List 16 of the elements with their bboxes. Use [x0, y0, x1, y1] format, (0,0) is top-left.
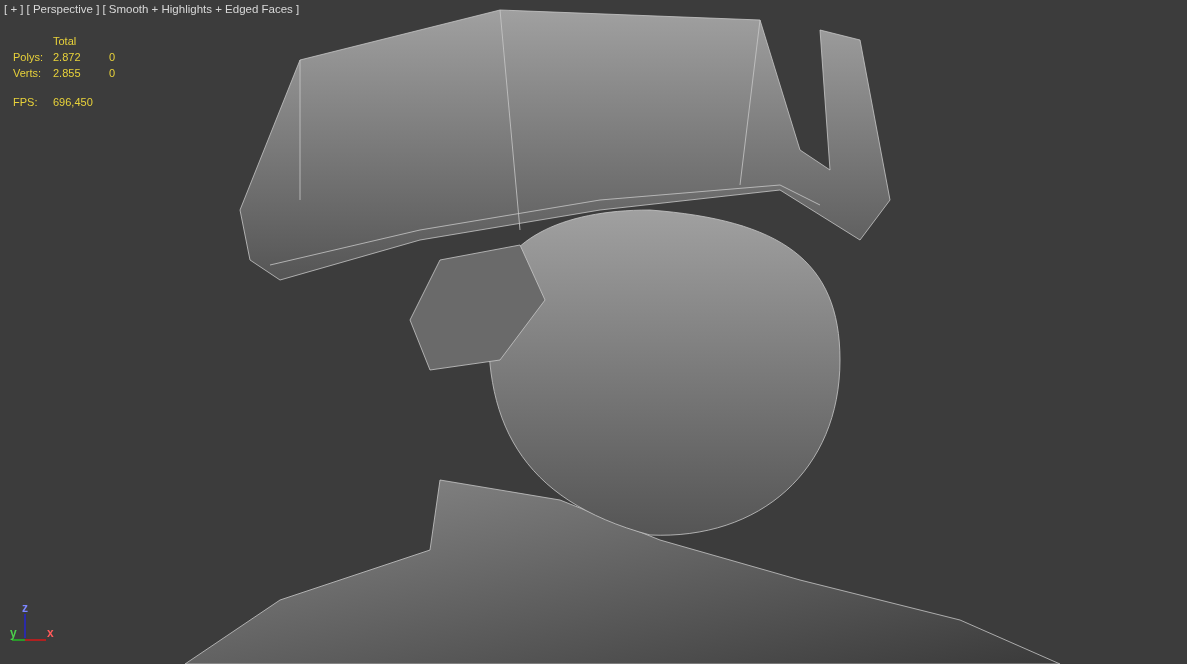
axis-tripod-icon	[11, 613, 47, 641]
stats-value: 0	[109, 51, 117, 64]
stats-value: 2.855	[53, 67, 82, 80]
axis-label: y	[10, 626, 17, 640]
viewport-menu-label[interactable]: [ Perspective ]	[26, 3, 100, 15]
stats-label: Polys:	[13, 51, 44, 64]
stats-value: 696,450	[53, 96, 94, 109]
viewport-menu-label[interactable]: [ Smooth + Highlights + Edged Faces ]	[102, 3, 300, 15]
stats-value: 2.872	[53, 51, 82, 64]
viewport-menu-label[interactable]: [ + ]	[4, 3, 24, 15]
stats-value: 0	[109, 67, 117, 80]
stats-header: Total	[53, 35, 78, 48]
stats-label: Verts:	[13, 67, 43, 80]
axis-label: z	[22, 601, 28, 615]
axis-label: x	[47, 626, 54, 640]
stats-label: FPS:	[13, 96, 39, 109]
